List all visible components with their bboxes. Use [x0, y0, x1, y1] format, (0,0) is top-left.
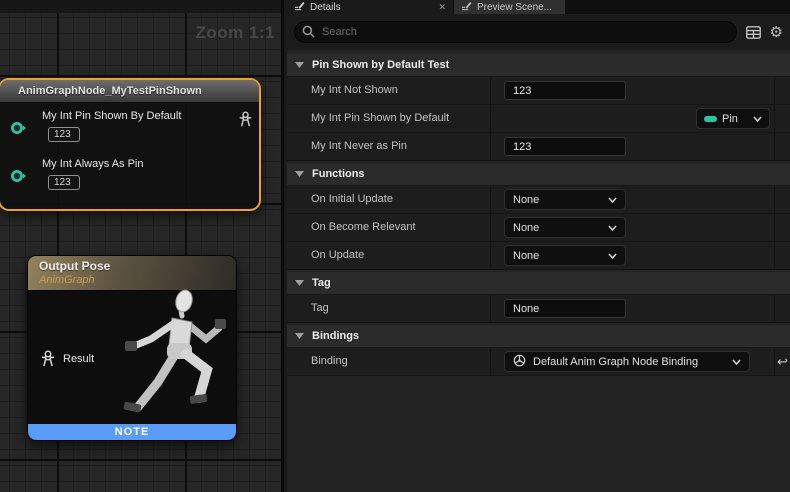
- property-row-on-initial-update: On Initial Update None: [287, 186, 790, 214]
- dropdown-value: None: [513, 250, 539, 262]
- mannequin-preview-image: [102, 286, 237, 441]
- chevron-down-icon: [295, 280, 304, 286]
- tab-label: Preview Scene...: [477, 2, 552, 13]
- row-extra-column: [774, 77, 790, 104]
- category-tag[interactable]: Tag: [287, 272, 790, 295]
- property-label: Binding: [287, 348, 491, 375]
- tag-input[interactable]: [504, 299, 626, 318]
- search-icon: [302, 25, 315, 43]
- pin-value-box[interactable]: 123: [48, 175, 80, 190]
- tab-preview-scene[interactable]: Preview Scene...: [453, 0, 565, 14]
- binding-dropdown[interactable]: Default Anim Graph Node Binding: [504, 351, 750, 372]
- anim-graph-canvas[interactable]: Zoom 1:1 AnimGraphNode_MyTestPinShown My…: [0, 0, 284, 492]
- pin-visibility-dropdown[interactable]: Pin: [696, 108, 770, 129]
- chevron-down-icon: [295, 62, 304, 68]
- property-label: On Initial Update: [287, 186, 491, 213]
- tab-label: Details: [310, 2, 341, 13]
- result-pin-label: Result: [63, 353, 94, 365]
- settings-gear-icon[interactable]: ⚙: [770, 25, 783, 40]
- unreal-editor-window: Zoom 1:1 AnimGraphNode_MyTestPinShown My…: [0, 0, 790, 492]
- chevron-down-icon: [295, 171, 304, 177]
- property-label: My Int Never as Pin: [287, 133, 491, 160]
- chevron-down-icon: [600, 197, 617, 203]
- tab-details[interactable]: Details ✕: [287, 0, 453, 14]
- output-pose-node[interactable]: Output Pose AnimGraph: [27, 255, 237, 441]
- row-extra-column: [774, 133, 790, 160]
- property-label: My Int Pin Shown by Default: [287, 105, 491, 132]
- chevron-down-icon: [295, 333, 304, 339]
- property-label: On Update: [287, 242, 491, 269]
- property-label: Tag: [287, 295, 491, 322]
- chevron-down-icon: [600, 225, 617, 231]
- details-toolbar: ⚙: [287, 14, 790, 50]
- chevron-down-icon: [724, 359, 741, 365]
- result-pose-pin-icon[interactable]: [40, 350, 56, 368]
- chevron-down-icon: [745, 116, 762, 122]
- pin-to-graph-icon[interactable]: [238, 111, 253, 128]
- preview-scene-tab-icon: [461, 0, 472, 14]
- dropdown-value: Default Anim Graph Node Binding: [533, 356, 698, 368]
- dropdown-value: None: [513, 194, 539, 206]
- on-become-relevant-dropdown[interactable]: None: [504, 217, 626, 238]
- anim-graph-node-mytestpinshown[interactable]: AnimGraphNode_MyTestPinShown My Int Pin …: [0, 78, 261, 211]
- node-title: AnimGraphNode_MyTestPinShown: [18, 85, 202, 97]
- property-row-my-int-pin-shown-by-default: My Int Pin Shown by Default Pin: [287, 105, 790, 133]
- tab-bar: Details ✕ Preview Scene...: [287, 0, 790, 14]
- category-pin-shown-by-default-test[interactable]: Pin Shown by Default Test: [287, 54, 790, 77]
- row-extra-column: [774, 105, 790, 132]
- zoom-level-indicator: Zoom 1:1: [195, 23, 275, 43]
- search-box: [294, 21, 737, 43]
- pin-state-icon: [704, 116, 717, 122]
- details-tab-icon: [294, 0, 305, 14]
- details-panel: Details ✕ Preview Scene... ⚙: [287, 0, 790, 492]
- row-extra-column: [774, 214, 790, 241]
- int-input-pin-icon[interactable]: [10, 121, 27, 140]
- category-title: Functions: [312, 168, 365, 180]
- property-label: On Become Relevant: [287, 214, 491, 241]
- category-bindings[interactable]: Bindings: [287, 325, 790, 348]
- property-label: My Int Not Shown: [287, 77, 491, 104]
- property-row-on-become-relevant: On Become Relevant None: [287, 214, 790, 242]
- node-title-bar[interactable]: AnimGraphNode_MyTestPinShown: [0, 80, 259, 103]
- category-title: Bindings: [312, 330, 359, 342]
- node-subtitle: AnimGraph: [39, 274, 236, 286]
- category-title: Tag: [312, 277, 331, 289]
- pin-value-box[interactable]: 123: [48, 127, 80, 142]
- chevron-down-icon: [600, 253, 617, 259]
- reset-to-default-icon[interactable]: ↩: [777, 355, 788, 368]
- node-title: Output Pose: [39, 259, 236, 273]
- my-int-never-as-pin-input[interactable]: [504, 137, 626, 156]
- property-row-my-int-not-shown: My Int Not Shown: [287, 77, 790, 105]
- property-row-binding: Binding Default Anim Graph Node Binding …: [287, 348, 790, 376]
- on-initial-update-dropdown[interactable]: None: [504, 189, 626, 210]
- binding-class-icon: [513, 354, 526, 370]
- pin-label: My Int Always As Pin: [42, 158, 143, 170]
- property-row-tag: Tag: [287, 295, 790, 323]
- row-extra-column: [774, 242, 790, 269]
- row-extra-column: [774, 186, 790, 213]
- on-update-dropdown[interactable]: None: [504, 245, 626, 266]
- property-row-my-int-never-as-pin: My Int Never as Pin: [287, 133, 790, 161]
- graph-top-shade: [0, 0, 281, 13]
- dropdown-value: Pin: [722, 113, 738, 125]
- close-tab-icon[interactable]: ✕: [438, 3, 446, 12]
- int-input-pin-icon[interactable]: [10, 169, 27, 188]
- display-filter-table-icon[interactable]: [746, 26, 761, 39]
- search-input[interactable]: [294, 21, 737, 43]
- dropdown-value: None: [513, 222, 539, 234]
- pin-label: My Int Pin Shown By Default: [42, 110, 181, 122]
- category-title: Pin Shown by Default Test: [312, 59, 449, 71]
- row-extra-column: [774, 295, 790, 322]
- note-banner[interactable]: NOTE: [28, 424, 236, 440]
- row-extra-column: ↩: [774, 348, 790, 375]
- category-functions[interactable]: Functions: [287, 163, 790, 186]
- property-row-on-update: On Update None: [287, 242, 790, 270]
- my-int-not-shown-input[interactable]: [504, 81, 626, 100]
